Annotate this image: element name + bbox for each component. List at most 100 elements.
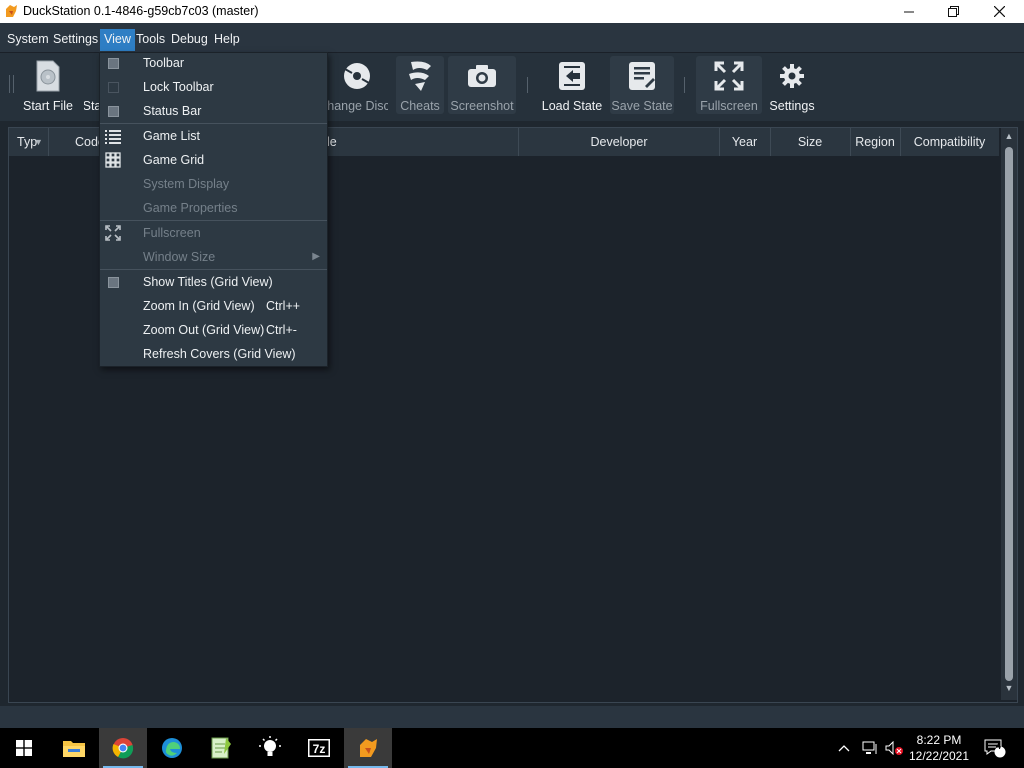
- column-header-developer[interactable]: Developer: [519, 128, 720, 156]
- scroll-down-icon[interactable]: ▼: [1003, 682, 1015, 694]
- checkbox-checked-icon: [108, 277, 119, 288]
- checkbox-checked-icon: [108, 106, 119, 117]
- menu-settings[interactable]: Settings: [49, 29, 102, 51]
- menu-item-refresh-covers[interactable]: Refresh Covers (Grid View): [100, 342, 327, 366]
- menu-item-lock-toolbar[interactable]: Lock Toolbar: [100, 75, 327, 99]
- screenshot-button[interactable]: Screenshot: [448, 56, 516, 114]
- menu-bar: System Settings View Tools Debug Help: [0, 23, 1024, 53]
- action-center-button[interactable]: 4: [980, 728, 1010, 768]
- zoom-in-shortcut: Ctrl++: [266, 299, 301, 313]
- clock-time: 8:22 PM: [916, 733, 962, 747]
- title-bar: DuckStation 0.1-4846-g59cb7c03 (master): [0, 0, 1024, 23]
- change-disc-button[interactable]: Change Disc: [326, 56, 388, 114]
- taskbar-notepadpp[interactable]: [197, 728, 245, 768]
- show-hidden-icons-button[interactable]: [838, 728, 856, 768]
- cheats-label: Cheats: [400, 99, 440, 113]
- menu-item-toolbar[interactable]: Toolbar: [100, 51, 327, 75]
- fullscreen-icon: [712, 59, 746, 93]
- volume-button[interactable]: [885, 728, 905, 768]
- scrollbar-thumb[interactable]: [1005, 147, 1013, 681]
- checkbox-checked-icon: [108, 58, 119, 69]
- column-header-compatibility[interactable]: Compatibility: [900, 128, 999, 156]
- checkbox-unchecked-icon: [108, 82, 119, 93]
- menu-item-zoom-in[interactable]: Zoom In (Grid View) Ctrl++: [100, 294, 327, 318]
- taskbar-file-explorer[interactable]: [50, 728, 98, 768]
- column-header-type[interactable]: Typ ▼: [9, 128, 49, 156]
- save-state-button[interactable]: Save State: [610, 56, 674, 114]
- restore-button[interactable]: [930, 0, 976, 23]
- start-bios-label: Sta: [84, 99, 100, 113]
- cheats-icon: [403, 59, 437, 93]
- list-icon: [105, 130, 121, 144]
- vertical-scrollbar[interactable]: ▲ ▼: [1001, 128, 1017, 700]
- scroll-up-icon[interactable]: ▲: [1003, 130, 1015, 142]
- menu-help[interactable]: Help: [210, 29, 244, 51]
- edge-icon: [162, 738, 182, 758]
- gear-icon: [775, 59, 809, 93]
- fullscreen-button[interactable]: Fullscreen: [696, 56, 762, 114]
- menu-tools[interactable]: Tools: [132, 29, 169, 51]
- menu-item-game-grid[interactable]: Game Grid: [100, 148, 327, 172]
- taskbar: 7z 8:22 PM 12/22/2021 4: [0, 728, 1024, 768]
- fullscreen-icon: [105, 225, 121, 241]
- taskbar-chrome[interactable]: [99, 728, 147, 768]
- column-header-size[interactable]: Size: [770, 128, 851, 156]
- menu-debug[interactable]: Debug: [167, 29, 212, 51]
- toolbar-handle[interactable]: [9, 75, 14, 93]
- menu-item-window-size[interactable]: Window Size ▶: [100, 245, 327, 269]
- minimize-icon: [904, 11, 914, 12]
- menu-item-game-list[interactable]: Game List: [100, 124, 327, 148]
- taskbar-tips[interactable]: [246, 728, 294, 768]
- taskbar-edge[interactable]: [148, 728, 196, 768]
- 7zip-icon: 7z: [308, 739, 330, 757]
- start-file-button[interactable]: Start File: [20, 56, 76, 114]
- load-state-icon: [555, 59, 589, 93]
- menu-item-zoom-out[interactable]: Zoom Out (Grid View) Ctrl+-: [100, 318, 327, 342]
- menu-view[interactable]: View: [100, 29, 135, 51]
- cheats-button[interactable]: Cheats: [396, 56, 444, 114]
- network-status-button[interactable]: [862, 728, 880, 768]
- start-file-label: Start File: [22, 99, 73, 113]
- column-header-year[interactable]: Year: [719, 128, 771, 156]
- speaker-muted-icon: [885, 741, 903, 755]
- taskbar-7zip[interactable]: 7z: [295, 728, 343, 768]
- taskbar-duckstation[interactable]: [344, 728, 392, 768]
- menu-system[interactable]: System: [3, 29, 53, 51]
- settings-button[interactable]: Settings: [766, 56, 818, 114]
- change-disc-icon: [340, 59, 374, 93]
- network-icon: [862, 741, 877, 754]
- minimize-button[interactable]: [886, 0, 932, 23]
- zoom-out-shortcut: Ctrl+-: [266, 323, 297, 337]
- change-disc-label: Change Disc: [326, 99, 388, 113]
- screenshot-label: Screenshot: [450, 99, 514, 113]
- column-header-region[interactable]: Region: [850, 128, 901, 156]
- menu-item-fullscreen[interactable]: Fullscreen: [100, 221, 327, 245]
- fullscreen-label: Fullscreen: [700, 99, 758, 113]
- toolbar-separator: [684, 77, 685, 93]
- load-state-button[interactable]: Load State: [540, 56, 604, 114]
- save-state-label: Save State: [611, 99, 673, 113]
- duckstation-icon: [360, 739, 377, 757]
- submenu-arrow-icon: ▶: [312, 251, 320, 262]
- close-icon: [993, 6, 1005, 17]
- chrome-icon: [112, 738, 134, 759]
- view-menu-dropdown: Toolbar Lock Toolbar Status Bar Game Lis…: [99, 52, 328, 367]
- windows-logo-icon: [16, 740, 32, 756]
- svg-text:7z: 7z: [313, 742, 326, 756]
- system-clock[interactable]: 8:22 PM 12/22/2021: [906, 732, 972, 764]
- start-button[interactable]: [0, 728, 48, 768]
- notepad-icon: [211, 737, 231, 759]
- close-button[interactable]: [976, 0, 1022, 23]
- bios-icon: [84, 59, 100, 93]
- menu-item-show-titles[interactable]: Show Titles (Grid View): [100, 270, 327, 294]
- clock-date: 12/22/2021: [908, 749, 970, 763]
- toolbar-separator: [527, 77, 528, 93]
- menu-item-status-bar[interactable]: Status Bar: [100, 99, 327, 123]
- start-bios-button[interactable]: Sta: [84, 56, 100, 114]
- sort-indicator-icon: ▼: [34, 137, 43, 147]
- restore-icon: [947, 6, 959, 17]
- menu-item-game-properties[interactable]: Game Properties: [100, 196, 327, 220]
- chevron-up-icon: [838, 745, 850, 752]
- menu-item-system-display[interactable]: System Display: [100, 172, 327, 196]
- folder-icon: [63, 741, 85, 757]
